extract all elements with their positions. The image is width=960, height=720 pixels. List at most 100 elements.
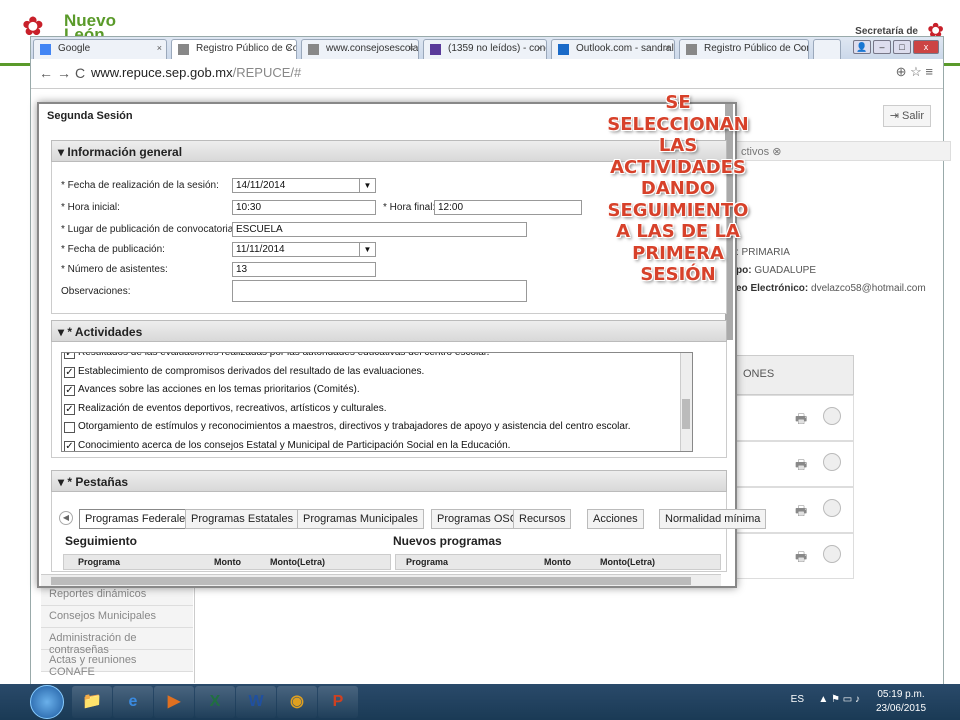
tab-programas-estatales[interactable]: Programas Estatales (185, 509, 300, 529)
list-item[interactable]: ✓ Establecimiento de compromisos derivado… (62, 364, 424, 382)
forward-icon[interactable]: → (57, 65, 71, 81)
clock[interactable]: 05:19 p.m. 23/06/2015 (866, 688, 936, 716)
observaciones-field[interactable] (232, 280, 527, 302)
printer-icon[interactable]: 🖶 (795, 548, 807, 570)
powerpoint-icon[interactable]: P (318, 686, 358, 718)
tab-recursos[interactable]: Recursos (513, 509, 572, 529)
checkbox[interactable]: ✓ (64, 440, 75, 451)
tab-programas-municipales[interactable]: Programas Municipales (297, 509, 424, 529)
close-window-icon[interactable]: x (913, 40, 939, 54)
tab-close-icon[interactable]: × (799, 43, 804, 53)
actividades-header[interactable]: ▾ * Actividades (51, 320, 727, 342)
date: 23/06/2015 (875, 703, 927, 714)
toolbar-right: ⊕ ☆ ≡ (896, 64, 933, 80)
nuevos-programas-title: Nuevos programas (393, 534, 502, 548)
maximize-icon[interactable]: □ (893, 40, 911, 54)
tab-close-icon[interactable]: × (665, 43, 670, 53)
asistentes-field[interactable]: 13 (232, 262, 376, 277)
browser-tab[interactable]: (1359 no leídos) - conesc× (423, 39, 547, 59)
fecha-label: * Fecha de realización de la sesión: (61, 180, 219, 191)
word-icon[interactable]: W (236, 686, 276, 718)
minimize-icon[interactable]: – (873, 40, 891, 54)
star-icon[interactable]: ☆ (910, 64, 922, 79)
printer-icon[interactable]: 🖶 (795, 456, 807, 478)
list-scrollbar[interactable] (680, 353, 692, 451)
download-icon[interactable] (823, 453, 841, 471)
sidebar-item-contrasenas[interactable]: Administración de contraseñas (41, 628, 193, 656)
browser-tab[interactable]: Outlook.com - sandralcg × (551, 39, 675, 59)
fecha-pub-select[interactable]: 11/11/2014 ▼ (232, 242, 376, 257)
explorer-icon[interactable]: 📁 (72, 686, 112, 718)
tab-acciones[interactable]: Acciones (587, 509, 644, 529)
volume-icon[interactable]: ♪ (855, 694, 860, 705)
url-field[interactable]: www.repuce.sep.gob.mx/REPUCE/# (91, 65, 301, 80)
scroll-thumb[interactable] (51, 577, 691, 585)
browser-tab[interactable]: Google × (33, 39, 167, 59)
fecha-select[interactable]: 14/11/2014 ▼ (232, 178, 376, 193)
taskbar: ES ▲ ⚑ ▭ ♪ 05:19 p.m. 23/06/2015 📁 e ▶ X W ◉ P (0, 684, 960, 720)
tab-normalidad-m-nima[interactable]: Normalidad mínima (659, 509, 767, 529)
language-indicator[interactable]: ES (791, 694, 804, 705)
download-icon[interactable] (823, 545, 841, 563)
scroll-thumb[interactable] (682, 399, 690, 429)
chevron-down-icon: ▼ (359, 243, 375, 256)
excel-icon[interactable]: X (195, 686, 235, 718)
page-icon (178, 44, 189, 55)
printer-icon[interactable]: 🖶 (795, 410, 807, 432)
tab-close-icon[interactable]: × (287, 43, 292, 53)
pestanas-tabs: ◀ ▶ Programas FederalesProgramas Estatal… (59, 508, 767, 530)
reload-icon[interactable]: C (75, 65, 85, 81)
tab-programas-federales[interactable]: Programas Federales (79, 509, 197, 529)
tab-programas-osc[interactable]: Programas OSC (431, 509, 524, 529)
browser-tab[interactable]: www.consejosescolares.se× (301, 39, 419, 59)
download-icon[interactable] (823, 499, 841, 517)
checkbox[interactable]: ✓ (64, 385, 75, 396)
up-arrow-icon[interactable]: ▲ (818, 694, 828, 705)
bg-tab-close-icon[interactable]: ⊗ (772, 146, 781, 158)
checkbox[interactable]: ✓ (64, 366, 75, 378)
flag-icon[interactable]: ⚑ (831, 694, 840, 705)
new-tab-button[interactable] (813, 39, 841, 59)
tab-close-icon[interactable]: × (409, 43, 414, 53)
browser-tab[interactable]: Registro Público de Cons× (679, 39, 809, 59)
menu-icon[interactable]: ≡ (925, 64, 933, 79)
tab-label: Outlook.com - sandralcg (576, 43, 675, 54)
browser-tab[interactable]: Registro Público de Cons× (171, 39, 297, 59)
list-item[interactable]: ✓ Avances sobre las acciones en los temas… (62, 382, 360, 400)
lugar-field[interactable]: ESCUELA (232, 222, 527, 237)
pestanas-header[interactable]: ▾ * Pestañas (51, 470, 727, 492)
checkbox[interactable]: ✓ (64, 353, 75, 359)
tab-close-icon[interactable]: × (157, 43, 162, 53)
outlook-icon (558, 44, 569, 55)
network-icon[interactable]: ▭ (843, 694, 852, 705)
hora-final-field[interactable]: 12:00 (434, 200, 582, 215)
hora-inicial-field[interactable]: 10:30 (232, 200, 376, 215)
download-icon[interactable] (823, 407, 841, 425)
tab-close-icon[interactable]: × (537, 43, 542, 53)
sidebar-item-actas[interactable]: Actas y reuniones CONAFE (41, 650, 193, 678)
ie-icon[interactable]: e (113, 686, 153, 718)
zoom-icon[interactable]: ⊕ (896, 64, 907, 79)
chrome-icon[interactable]: ◉ (277, 686, 317, 718)
start-button[interactable] (30, 685, 64, 719)
bg-tab[interactable]: ctivos ⊗ (736, 141, 951, 161)
scroll-left-icon[interactable]: ◀ (59, 511, 73, 525)
printer-icon[interactable]: 🖶 (795, 502, 807, 524)
salir-button[interactable]: ⇥ Salir (882, 105, 931, 127)
observaciones-label: Observaciones: (61, 286, 131, 297)
list-item[interactable]: ✓ Conocimiento acerca de los consejos Est… (62, 438, 510, 451)
profile-icon[interactable]: 👤 (853, 40, 871, 54)
back-icon[interactable]: ← (39, 65, 53, 81)
list-item[interactable]: Otorgamiento de estímulos y reconocimien… (62, 419, 631, 437)
checkbox[interactable]: ✓ (64, 403, 75, 415)
annotation-line: PRIMERA (632, 242, 724, 264)
side-menu: Reportes dinámicos Consejos Municipales … (41, 584, 193, 678)
list-item[interactable]: ✓ Realización de eventos deportivos, recr… (62, 401, 386, 419)
media-icon[interactable]: ▶ (154, 686, 194, 718)
sidebar-item-consejos[interactable]: Consejos Municipales (41, 606, 193, 628)
url-domain: www.repuce.sep.gob.mx (91, 65, 233, 80)
fecha-pub-value: 11/11/2014 (236, 244, 285, 255)
checkbox[interactable] (64, 422, 75, 433)
horizontal-scrollbar[interactable] (41, 574, 721, 586)
list-item[interactable]: ✓ Resultados de las evaluaciones realizad… (62, 353, 489, 363)
